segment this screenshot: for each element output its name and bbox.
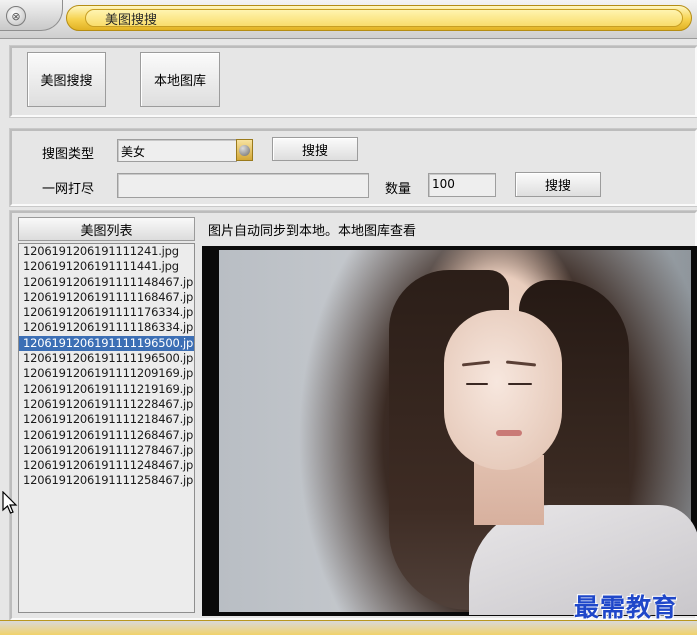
list-item[interactable]: 1206191206191111248467.jp bbox=[19, 458, 194, 473]
sync-hint-text: 图片自动同步到本地。本地图库查看 bbox=[208, 224, 417, 239]
search-button[interactable]: 搜搜 bbox=[272, 137, 358, 161]
watermark-text: 最需教育 bbox=[574, 593, 679, 622]
title-inner bbox=[85, 9, 683, 27]
list-item[interactable]: 1206191206191111176334.jp bbox=[19, 305, 194, 320]
list-item[interactable]: 1206191206191111278467.jp bbox=[19, 443, 194, 458]
window-title: 美图搜搜 bbox=[105, 13, 158, 28]
list-item[interactable]: 1206191206191111168467.jp bbox=[19, 290, 194, 305]
image-list[interactable]: 1206191206191111241.jpg 12061912061911114… bbox=[18, 243, 195, 613]
list-item[interactable]: 1206191206191111148467.jp bbox=[19, 275, 194, 290]
dropdown-arrow-icon[interactable] bbox=[236, 139, 253, 161]
list-item[interactable]: 1206191206191111268467.jp bbox=[19, 428, 194, 443]
dropdown-knob-icon bbox=[239, 144, 250, 156]
batch-label: 一网打尽 bbox=[42, 182, 95, 197]
search-type-label: 搜图类型 bbox=[42, 147, 95, 162]
batch-input[interactable] bbox=[117, 173, 369, 198]
list-item[interactable]: 1206191206191111196500.jp bbox=[19, 335, 194, 352]
search-type-select[interactable]: 美女 bbox=[117, 139, 237, 162]
list-item[interactable]: 1206191206191111186334.jp bbox=[19, 320, 194, 335]
eye-left-shape bbox=[466, 383, 488, 385]
meitu-search-button[interactable]: 美图搜搜 bbox=[27, 52, 106, 107]
eye-right-shape bbox=[508, 383, 532, 385]
close-tab: ⊗ bbox=[0, 0, 63, 31]
list-item[interactable]: 1206191206191111258467.jp bbox=[19, 473, 194, 488]
list-item[interactable]: 1206191206191111209169.jp bbox=[19, 366, 194, 381]
image-viewer bbox=[202, 246, 697, 616]
nav-group bbox=[9, 45, 697, 118]
list-item[interactable]: 1206191206191111441.jpg bbox=[19, 259, 194, 274]
lips-shape bbox=[496, 430, 522, 436]
preview-image bbox=[219, 250, 697, 615]
face-shape bbox=[444, 310, 562, 470]
list-item[interactable]: 1206191206191111219169.jp bbox=[19, 382, 194, 397]
image-list-header: 美图列表 bbox=[18, 217, 195, 241]
count-label: 数量 bbox=[385, 182, 412, 197]
title-pill: 美图搜搜 bbox=[66, 5, 692, 31]
list-item[interactable]: 1206191206191111241.jpg bbox=[19, 244, 194, 259]
mouse-cursor-icon bbox=[2, 491, 18, 514]
batch-search-button[interactable]: 搜搜 bbox=[515, 172, 601, 197]
local-gallery-button[interactable]: 本地图库 bbox=[140, 52, 220, 107]
list-item[interactable]: 1206191206191111228467.jp bbox=[19, 397, 194, 412]
list-item[interactable]: 1206191206191111196500.jp bbox=[19, 351, 194, 366]
title-bar: ⊗ 美图搜搜 bbox=[0, 0, 697, 39]
close-icon[interactable]: ⊗ bbox=[6, 6, 26, 26]
list-item[interactable]: 1206191206191111218467.jp bbox=[19, 412, 194, 427]
count-input[interactable]: 100 bbox=[428, 173, 496, 197]
